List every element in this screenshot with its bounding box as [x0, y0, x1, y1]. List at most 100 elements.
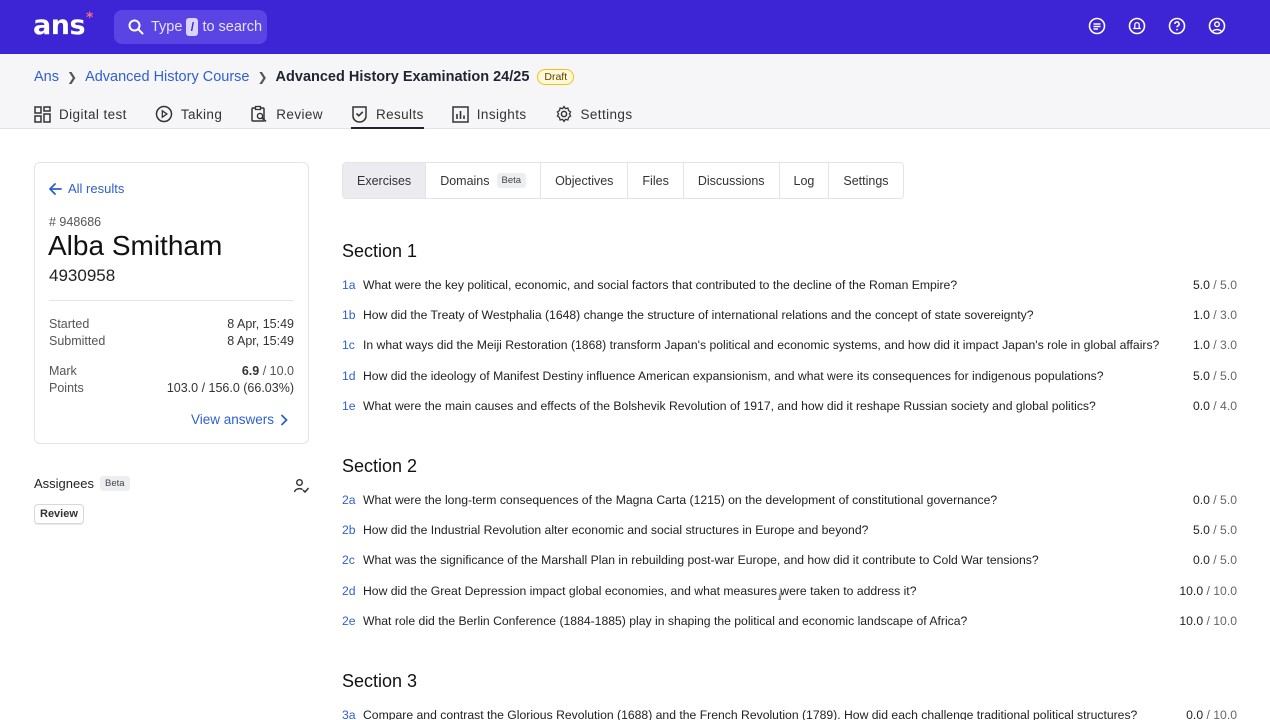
mark-max: / 10.0	[259, 364, 294, 378]
question-row[interactable]: 2e What role did the Berlin Conference (1…	[342, 614, 1237, 628]
subtab-log[interactable]: Log	[780, 163, 830, 198]
question-score: 10.0 / 10.0	[1169, 614, 1237, 628]
question-score: 0.0 / 10.0	[1176, 708, 1237, 720]
tab-label: Digital test	[59, 106, 127, 122]
switch-icon[interactable]	[1088, 17, 1106, 35]
results-subtabs: Exercises Domains Beta Objectives Files D…	[342, 162, 904, 199]
review-chip[interactable]: Review	[34, 504, 84, 524]
tab-label: Insights	[476, 106, 527, 122]
logo-star: *	[86, 10, 93, 26]
score-max: / 10.0	[1203, 614, 1237, 628]
bell-icon[interactable]	[1128, 17, 1146, 35]
question-code: 2d	[342, 584, 356, 598]
search-text-after: to search	[202, 19, 263, 35]
mark-row: Mark 6.9 / 10.0	[49, 364, 294, 378]
breadcrumb-course[interactable]: Advanced History Course	[85, 69, 249, 85]
candidate-card: All results # 948686 Alba Smitham 493095…	[34, 162, 309, 444]
chevron-right-icon: ❯	[67, 70, 78, 84]
score-max: / 5.0	[1209, 278, 1237, 292]
assign-user-icon[interactable]	[293, 478, 310, 499]
play-icon	[155, 105, 173, 123]
subtab-files[interactable]: Files	[628, 163, 684, 198]
submitted-row: Submitted 8 Apr, 15:49	[49, 334, 294, 348]
search-text-before: Type	[151, 19, 183, 35]
tab-results[interactable]: Results	[350, 100, 424, 129]
all-results-link[interactable]: All results	[49, 181, 124, 196]
tab-digital-test[interactable]: Digital test	[34, 100, 127, 128]
breadcrumb: Ans ❯ Advanced History Course ❯ Advanced…	[34, 69, 575, 85]
score-max: / 4.0	[1209, 399, 1237, 413]
section-title: Section 2	[342, 456, 418, 476]
question-row[interactable]: 2d How did the Great Depression impact gl…	[342, 584, 1237, 598]
subtab-label: Objectives	[555, 173, 614, 188]
question-code: 3a	[342, 708, 356, 720]
question-row[interactable]: 2a What were the long-term consequences o…	[342, 493, 1237, 507]
subtab-settings[interactable]: Settings	[829, 163, 902, 198]
subtab-label: Domains	[440, 173, 490, 188]
assignees-panel: Assignees Beta Review	[34, 476, 310, 524]
subtab-label: Log	[793, 173, 815, 188]
check-shield-icon	[352, 106, 367, 123]
score-value: 0.0	[1192, 399, 1210, 413]
search-box[interactable]: Type / to search	[114, 10, 267, 44]
top-bar: ans* Type / to search	[0, 0, 1270, 54]
help-icon[interactable]	[1168, 17, 1186, 35]
score-max: / 10.0	[1203, 584, 1237, 598]
question-text: What were the long-term consequences of …	[363, 493, 998, 507]
section-title: Section 1	[342, 241, 418, 261]
score-value: 10.0	[1179, 584, 1204, 598]
breadcrumb-ans[interactable]: Ans	[34, 69, 59, 85]
score-value: 10.0	[1179, 614, 1204, 628]
question-text: Compare and contrast the Glorious Revolu…	[363, 708, 1138, 720]
question-code: 1b	[342, 308, 356, 322]
tab-insights[interactable]: Insights	[452, 100, 527, 128]
score-value: 5.0	[1192, 523, 1210, 537]
question-row[interactable]: 1b How did the Treaty of Westphalia (1648…	[342, 308, 1237, 322]
tab-label: Results	[375, 106, 424, 122]
question-row[interactable]: 1c In what ways did the Meiji Restoration…	[342, 338, 1237, 352]
question-text: What was the significance of the Marshal…	[363, 553, 1039, 567]
submitted-label: Submitted	[49, 334, 106, 348]
question-row[interactable]: 1a What were the key political, economic,…	[342, 278, 1237, 292]
question-code: 1e	[342, 399, 356, 413]
subtab-discussions[interactable]: Discussions	[684, 163, 780, 198]
score-value: 1.0	[1192, 308, 1210, 322]
view-answers-link[interactable]: View answers	[191, 412, 288, 427]
user-icon[interactable]	[1208, 17, 1226, 35]
points-label: Points	[49, 381, 84, 395]
points-row: Points 103.0 / 156.0 (66.03%)	[49, 381, 294, 395]
grid-icon	[34, 105, 51, 123]
subtab-label: Files	[642, 173, 669, 188]
beta-badge: Beta	[496, 173, 527, 188]
question-score: 10.0 / 10.0	[1169, 584, 1237, 598]
arrow-left-icon	[49, 182, 62, 195]
started-label: Started	[49, 317, 90, 331]
question-code: 1c	[342, 338, 355, 352]
question-row[interactable]: 1e What were the main causes and effects …	[342, 399, 1237, 413]
tab-review[interactable]: Review	[250, 100, 323, 128]
ans-logo[interactable]: ans*	[33, 10, 93, 41]
question-text: How did the Treaty of Westphalia (1648) …	[363, 308, 1034, 322]
subtab-objectives[interactable]: Objectives	[541, 163, 629, 198]
points-value: 103.0 / 156.0 (66.03%)	[166, 381, 294, 395]
view-answers-label: View answers	[190, 412, 274, 427]
question-row[interactable]: 2b How did the Industrial Revolution alte…	[342, 523, 1237, 537]
tab-settings[interactable]: Settings	[555, 100, 633, 128]
subtab-domains[interactable]: Domains Beta	[426, 163, 542, 198]
search-icon	[128, 19, 144, 35]
tab-label: Review	[276, 106, 323, 122]
question-text: What role did the Berlin Conference (188…	[363, 614, 968, 628]
started-value: 8 Apr, 15:49	[227, 317, 294, 331]
sub-header: Ans ❯ Advanced History Course ❯ Advanced…	[0, 54, 1270, 129]
chart-icon	[452, 105, 469, 123]
tab-label: Taking	[180, 106, 223, 122]
mark-score: 6.9	[241, 364, 260, 378]
question-row[interactable]: 1d How did the ideology of Manifest Desti…	[342, 369, 1237, 383]
score-max: / 5.0	[1209, 493, 1237, 507]
subtab-exercises[interactable]: Exercises	[343, 163, 427, 198]
question-row[interactable]: 2c What was the significance of the Marsh…	[342, 553, 1237, 567]
tab-taking[interactable]: Taking	[155, 100, 222, 128]
subtab-label: Settings	[843, 173, 889, 188]
question-row[interactable]: 3a Compare and contrast the Glorious Revo…	[342, 708, 1237, 720]
subtab-label: Discussions	[697, 173, 765, 188]
